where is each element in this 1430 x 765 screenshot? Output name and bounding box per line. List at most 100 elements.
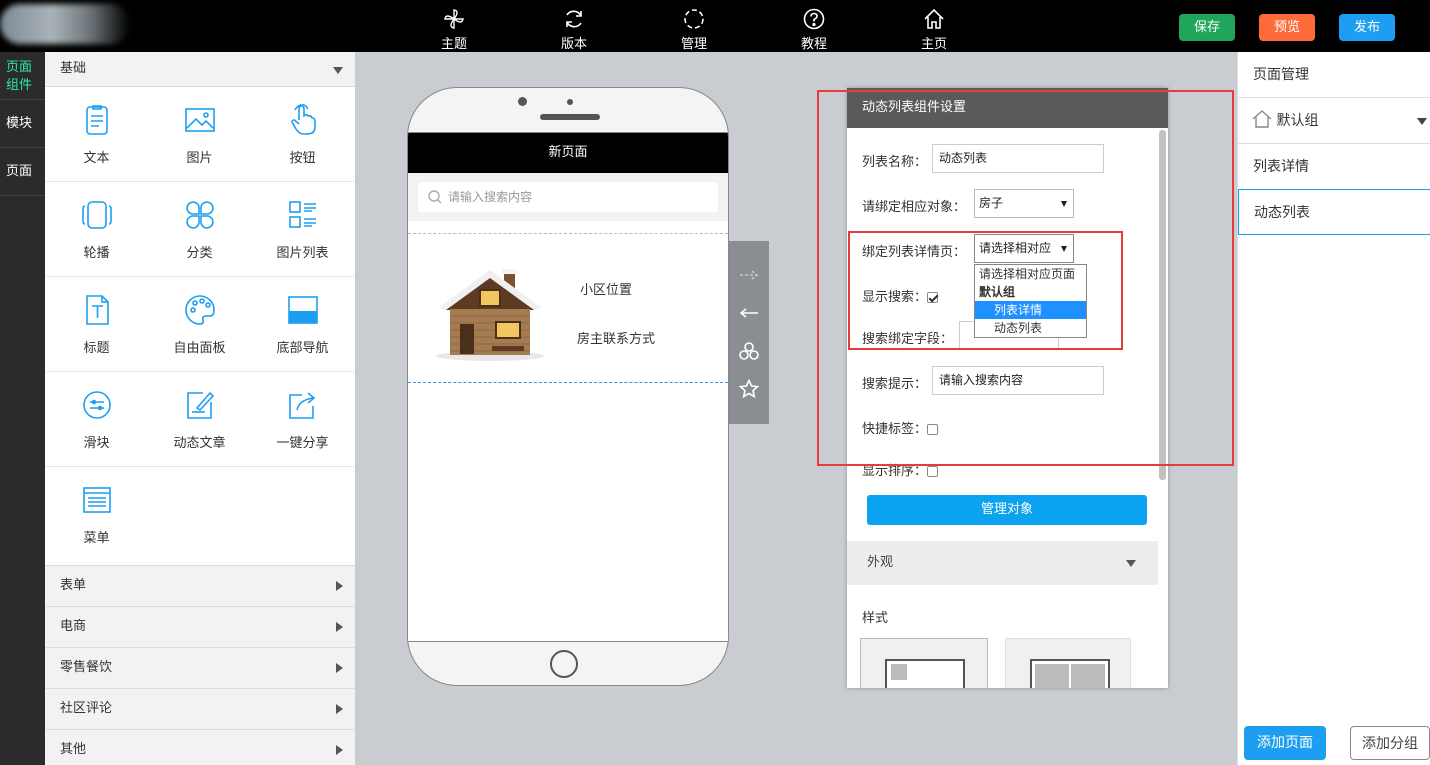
component-category[interactable]: 分类 bbox=[148, 182, 251, 277]
image-icon bbox=[184, 108, 215, 132]
left-rail: 页面 组件 模块 页面 bbox=[0, 52, 45, 765]
group-other[interactable]: 其他 bbox=[45, 729, 355, 765]
component-free-panel[interactable]: 自由面板 bbox=[148, 277, 251, 372]
caret-right-icon bbox=[336, 663, 343, 673]
component-carousel[interactable]: 轮播 bbox=[45, 182, 148, 277]
search-field-label: 搜索绑定字段： bbox=[862, 332, 954, 347]
phone-camera bbox=[518, 97, 527, 106]
nav-manage[interactable]: 管理 bbox=[664, 0, 724, 52]
component-bottom-nav[interactable]: 底部导航 bbox=[251, 277, 354, 372]
home-icon bbox=[924, 8, 944, 29]
style-option-1[interactable] bbox=[860, 638, 988, 688]
add-page-button[interactable]: 添加页面 bbox=[1244, 726, 1326, 760]
move-right-tool[interactable] bbox=[729, 256, 769, 294]
detail-page-dropdown: 请选择相对应页面 默认组 列表详情 动态列表 bbox=[974, 264, 1087, 338]
palette-icon bbox=[184, 295, 215, 325]
publish-button[interactable]: 发布 bbox=[1339, 14, 1395, 41]
dropdown-group-default: 默认组 bbox=[979, 285, 1016, 299]
component-button[interactable]: 按钮 bbox=[251, 87, 354, 182]
group-retail-dining[interactable]: 零售餐饮 bbox=[45, 647, 355, 688]
nav-tutorial[interactable]: 教程 bbox=[784, 0, 844, 52]
house-image bbox=[436, 269, 544, 361]
caret-right-icon bbox=[336, 745, 343, 755]
list-name-input[interactable]: 动态列表 bbox=[932, 144, 1104, 173]
page-group-default[interactable]: 默认组 bbox=[1238, 98, 1430, 144]
text-doc-icon bbox=[85, 105, 108, 135]
component-slider[interactable]: 滑块 bbox=[45, 372, 148, 467]
dynamic-list-item[interactable]: 小区位置 房主联系方式 bbox=[408, 233, 728, 383]
home-outline-icon bbox=[1252, 110, 1272, 128]
show-sort-label: 显示排序： bbox=[862, 460, 939, 479]
item-location: 小区位置 bbox=[580, 283, 633, 298]
component-share[interactable]: 一键分享 bbox=[251, 372, 354, 467]
page-item-dynamic-list[interactable]: 动态列表 bbox=[1238, 189, 1430, 235]
component-dynamic-article[interactable]: 动态文章 bbox=[148, 372, 251, 467]
quick-tag-label: 快捷标签： bbox=[862, 418, 939, 437]
caret-right-icon bbox=[336, 581, 343, 591]
nav-theme[interactable]: 主题 bbox=[424, 0, 484, 52]
clover-icon bbox=[185, 201, 214, 229]
search-hint-input[interactable]: 请输入搜索内容 bbox=[932, 366, 1104, 395]
caret-down-icon bbox=[333, 67, 343, 74]
dropdown-option-dynamic-list[interactable]: 动态列表 bbox=[975, 319, 1086, 337]
component-title[interactable]: 标题 bbox=[45, 277, 148, 372]
show-sort-checkbox[interactable] bbox=[927, 466, 939, 477]
circles-icon bbox=[739, 342, 759, 360]
help-icon bbox=[803, 8, 825, 30]
phone-preview: 新页面 请输入搜索内容 小区位置 房主联系方式 bbox=[407, 87, 729, 686]
select-arrow-icon bbox=[1061, 246, 1067, 252]
group-community[interactable]: 社区评论 bbox=[45, 688, 355, 729]
preview-button[interactable]: 预览 bbox=[1259, 14, 1315, 41]
nav-version[interactable]: 版本 bbox=[544, 0, 604, 52]
appearance-section[interactable]: 外观 bbox=[847, 541, 1158, 585]
settings-scrollbar[interactable] bbox=[1159, 130, 1166, 480]
favorite-tool[interactable] bbox=[729, 370, 769, 408]
edit-article-icon bbox=[186, 391, 214, 419]
style-thumb bbox=[1071, 664, 1105, 688]
page-title: 新页面 bbox=[408, 133, 728, 173]
phone-speaker bbox=[540, 114, 600, 120]
phone-screen: 新页面 请输入搜索内容 小区位置 房主联系方式 bbox=[408, 132, 728, 642]
manage-object-button[interactable]: 管理对象 bbox=[867, 495, 1147, 525]
show-search-label: 显示搜索： bbox=[862, 286, 939, 305]
component-menu[interactable]: 菜单 bbox=[45, 467, 148, 562]
copy-tool[interactable] bbox=[729, 332, 769, 370]
caret-down-icon bbox=[1417, 118, 1427, 125]
add-group-button[interactable]: 添加分组 bbox=[1350, 726, 1430, 760]
caret-down-icon bbox=[1126, 560, 1136, 567]
phone-search-input[interactable]: 请输入搜索内容 bbox=[418, 182, 718, 212]
component-text[interactable]: 文本 bbox=[45, 87, 148, 182]
style-preview bbox=[1030, 659, 1110, 688]
settings-title: 动态列表组件设置 bbox=[847, 88, 1168, 128]
refresh-icon bbox=[566, 10, 582, 28]
group-ecommerce[interactable]: 电商 bbox=[45, 606, 355, 647]
rail-page-components[interactable]: 页面 组件 bbox=[0, 52, 45, 100]
bind-object-select[interactable]: 房子 bbox=[974, 189, 1074, 218]
search-hint-label: 搜索提示： bbox=[862, 377, 928, 392]
star-icon bbox=[739, 379, 759, 399]
group-form[interactable]: 表单 bbox=[45, 565, 355, 606]
bottom-nav-icon bbox=[287, 296, 318, 324]
dropdown-placeholder-option[interactable]: 请选择相对应页面 bbox=[975, 265, 1086, 283]
bind-detail-select[interactable]: 请选择相对应 bbox=[974, 234, 1074, 263]
style-option-2[interactable] bbox=[1005, 638, 1131, 688]
page-item-list-detail[interactable]: 列表详情 bbox=[1238, 144, 1430, 190]
quick-tag-checkbox[interactable] bbox=[927, 424, 939, 435]
style-thumb bbox=[891, 664, 907, 680]
page-manager-panel: 页面管理 默认组 列表详情 动态列表 添加页面 添加分组 bbox=[1237, 52, 1430, 765]
show-search-checkbox[interactable] bbox=[927, 292, 939, 303]
nav-home[interactable]: 主页 bbox=[904, 0, 964, 52]
dropdown-option-list-detail[interactable]: 列表详情 bbox=[975, 301, 1086, 319]
share-icon bbox=[288, 392, 315, 419]
move-left-tool[interactable] bbox=[729, 294, 769, 332]
save-button[interactable]: 保存 bbox=[1179, 14, 1235, 41]
style-thumb bbox=[1035, 664, 1069, 688]
component-image[interactable]: 图片 bbox=[148, 87, 251, 182]
style-label: 样式 bbox=[862, 611, 889, 626]
select-arrow-icon bbox=[1061, 201, 1067, 207]
rail-pages[interactable]: 页面 bbox=[0, 148, 45, 196]
top-bar: 主题 版本 管理 教程 主页 保存 预览 发布 bbox=[0, 0, 1430, 52]
section-basic[interactable]: 基础 bbox=[45, 52, 355, 87]
rail-modules[interactable]: 模块 bbox=[0, 100, 45, 148]
component-image-list[interactable]: 图片列表 bbox=[251, 182, 354, 277]
